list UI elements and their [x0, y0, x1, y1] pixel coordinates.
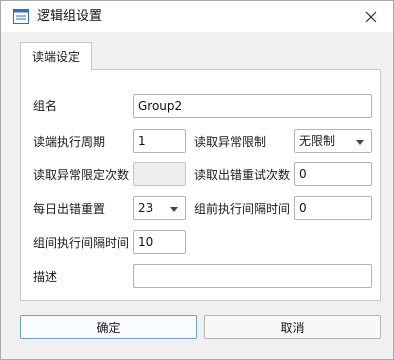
read-abnormal-limit-count-label: 读取异常限定次数	[33, 168, 130, 182]
group-interval-input[interactable]: 10	[133, 230, 186, 254]
chevron-down-icon	[356, 140, 364, 145]
tab-read-settings[interactable]: 读端设定	[20, 42, 92, 70]
description-input[interactable]	[133, 264, 372, 288]
read-abnormal-limit-select[interactable]: 无限制	[294, 129, 372, 153]
window-title: 逻辑组设置	[37, 9, 103, 24]
read-error-retry-label: 读取出错重试次数	[194, 168, 291, 182]
group-interval-label: 组间执行间隔时间	[33, 236, 130, 250]
title-bar: 逻辑组设置	[1, 1, 393, 32]
read-period-label: 读端执行周期	[33, 135, 106, 149]
close-icon	[365, 11, 377, 22]
group-name-label: 组名	[33, 99, 58, 113]
daily-error-reset-select[interactable]: 23	[133, 196, 186, 220]
read-period-input[interactable]: 1	[133, 129, 186, 153]
window-form-icon	[13, 9, 29, 24]
pre-group-interval-input[interactable]: 0	[294, 196, 372, 220]
read-abnormal-limit-count-input[interactable]	[133, 162, 186, 186]
read-error-retry-input[interactable]: 0	[294, 162, 372, 186]
pre-group-interval-label: 组前执行间隔时间	[194, 202, 291, 216]
daily-error-reset-value: 23	[138, 201, 154, 215]
tab-label: 读端设定	[31, 50, 80, 64]
cancel-button-label: 取消	[280, 320, 305, 335]
cancel-button[interactable]: 取消	[204, 315, 381, 339]
ok-button-label: 确定	[96, 320, 121, 335]
chevron-down-icon	[170, 207, 178, 212]
logic-group-settings-dialog: 逻辑组设置 读端设定 组名 Group2 读端执行周期 1 读取异常限制 无限制…	[0, 0, 394, 360]
daily-error-reset-label: 每日出错重置	[33, 202, 106, 216]
read-abnormal-limit-value: 无限制	[299, 134, 336, 148]
group-name-input[interactable]: Group2	[133, 94, 372, 118]
description-label: 描述	[33, 270, 58, 284]
ok-button[interactable]: 确定	[20, 315, 197, 339]
close-button[interactable]	[349, 1, 393, 32]
read-abnormal-limit-label: 读取异常限制	[194, 135, 267, 149]
